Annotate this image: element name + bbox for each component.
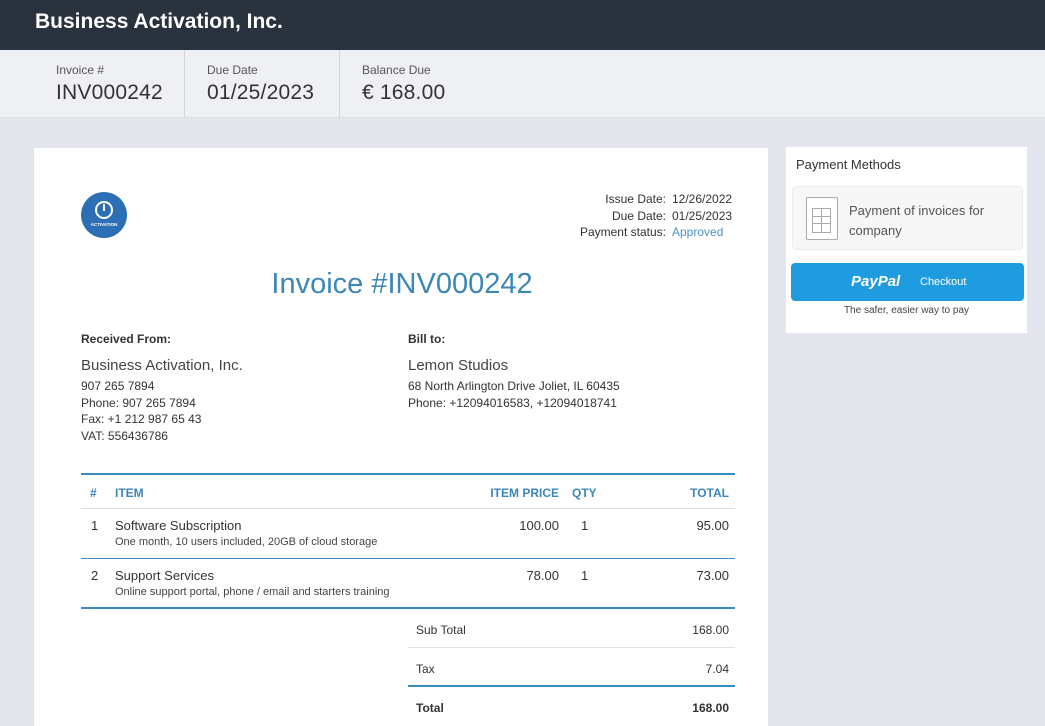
company-logo: ACTIVATION [81, 192, 127, 238]
summary-due-label: Due Date [207, 63, 258, 77]
col-num: # [90, 486, 97, 500]
row-num: 2 [91, 568, 99, 583]
invoice-document-icon [806, 197, 838, 240]
row-item-desc: Online support portal, phone / email and… [115, 586, 390, 598]
paypal-tagline: The safer, easier way to pay [843, 305, 970, 316]
summary-invoice-value: INV000242 [56, 81, 163, 104]
logo-text: ACTIVATION [90, 222, 118, 227]
row-item-name: Support Services [115, 568, 214, 583]
col-qty: QTY [572, 486, 597, 500]
invoice-title: Invoice #INV000242 [271, 268, 533, 300]
row-price: 100.00 [519, 518, 559, 533]
payment-methods-panel: Payment Methods Payment of invoices for … [786, 147, 1027, 333]
total-value: 168.00 [692, 701, 729, 715]
table-row: 2 Support Services Online support portal… [81, 559, 735, 609]
recipient-phone: Phone: +12094016583, +12094018741 [408, 395, 617, 410]
row-price: 78.00 [526, 568, 559, 583]
row-num: 1 [91, 518, 99, 533]
issue-date-value: 12/26/2022 [672, 192, 733, 206]
summary-due-date: Due Date 01/25/2023 [207, 50, 314, 118]
tax-value: 7.04 [705, 662, 729, 676]
paypal-logo: PayPal [851, 273, 901, 290]
table-header: # ITEM ITEM PRICE QTY TOTAL [81, 473, 735, 509]
invoice-payment-option[interactable]: Payment of invoices for company [792, 186, 1023, 250]
received-from: Received From: Business Activation, Inc.… [81, 332, 243, 444]
paypal-checkout-button[interactable]: PayPal Checkout [791, 263, 1024, 301]
row-item-desc: One month, 10 users included, 20GB of cl… [115, 536, 378, 548]
invoice-payment-label: Payment of invoices for company [849, 203, 985, 238]
received-from-heading: Received From: [81, 332, 172, 346]
total-row: Total 168.00 [408, 687, 735, 726]
summary-invoice-number: Invoice # INV000242 [56, 50, 163, 118]
row-qty: 1 [581, 518, 589, 533]
subtotal-value: 168.00 [692, 623, 729, 637]
sender-phone: Phone: 907 265 7894 [81, 395, 196, 410]
sender-name: Business Activation, Inc. [81, 357, 243, 374]
invoice-meta: Issue Date: 12/26/2022 Due Date: 01/25/2… [580, 191, 734, 241]
payment-status-label: Payment status: [579, 225, 666, 239]
recipient-name: Lemon Studios [408, 357, 509, 374]
summary-divider [184, 50, 185, 118]
summary-balance-value: € 168.00 [362, 81, 446, 104]
col-price: ITEM PRICE [490, 486, 559, 500]
summary-divider [339, 50, 340, 118]
company-title: Business Activation, Inc. [35, 10, 283, 33]
subtotal-row: Sub Total 168.00 [408, 609, 735, 648]
bill-to: Bill to: Lemon Studios 68 North Arlingto… [408, 332, 620, 411]
payment-methods-title: Payment Methods [796, 157, 901, 172]
due-date-label: Due Date: [611, 208, 666, 223]
tax-label: Tax [416, 662, 435, 676]
paypal-checkout-label: Checkout [920, 276, 967, 288]
summary-balance-due: Balance Due € 168.00 [362, 50, 445, 118]
row-qty: 1 [581, 568, 589, 583]
summary-invoice-label: Invoice # [56, 63, 105, 77]
col-total: TOTAL [690, 486, 729, 500]
invoice-summary: Invoice # INV000242 Due Date 01/25/2023 … [0, 50, 1045, 118]
sender-fax: Fax: +1 212 987 65 43 [81, 412, 202, 426]
invoice-document: ACTIVATION Issue Date: 12/26/2022 Due Da… [33, 147, 769, 726]
total-label: Total [416, 701, 444, 715]
items-table: # ITEM ITEM PRICE QTY TOTAL 1 Software S… [81, 473, 735, 609]
sender-vat: VAT: 556436786 [81, 428, 168, 443]
row-total: 73.00 [696, 568, 729, 583]
recipient-address: 68 North Arlington Drive Joliet, IL 6043… [408, 379, 620, 393]
bill-to-heading: Bill to: [408, 332, 446, 346]
subtotal-label: Sub Total [416, 623, 466, 637]
totals-table: Sub Total 168.00 Tax 7.04 Total 168.00 [408, 609, 735, 726]
col-item: ITEM [115, 486, 144, 500]
payment-status-value: Approved [672, 225, 724, 239]
top-bar: Business Activation, Inc. [0, 0, 1045, 50]
due-date-value: 01/25/2023 [672, 208, 733, 223]
summary-due-value: 01/25/2023 [207, 81, 315, 104]
table-row: 1 Software Subscription One month, 10 us… [81, 509, 735, 559]
row-item-name: Software Subscription [115, 518, 242, 533]
summary-balance-label: Balance Due [362, 63, 431, 77]
sender-line: 907 265 7894 [81, 379, 155, 393]
tax-row: Tax 7.04 [408, 648, 735, 687]
issue-date-label: Issue Date: [605, 192, 666, 206]
row-total: 95.00 [696, 518, 729, 533]
